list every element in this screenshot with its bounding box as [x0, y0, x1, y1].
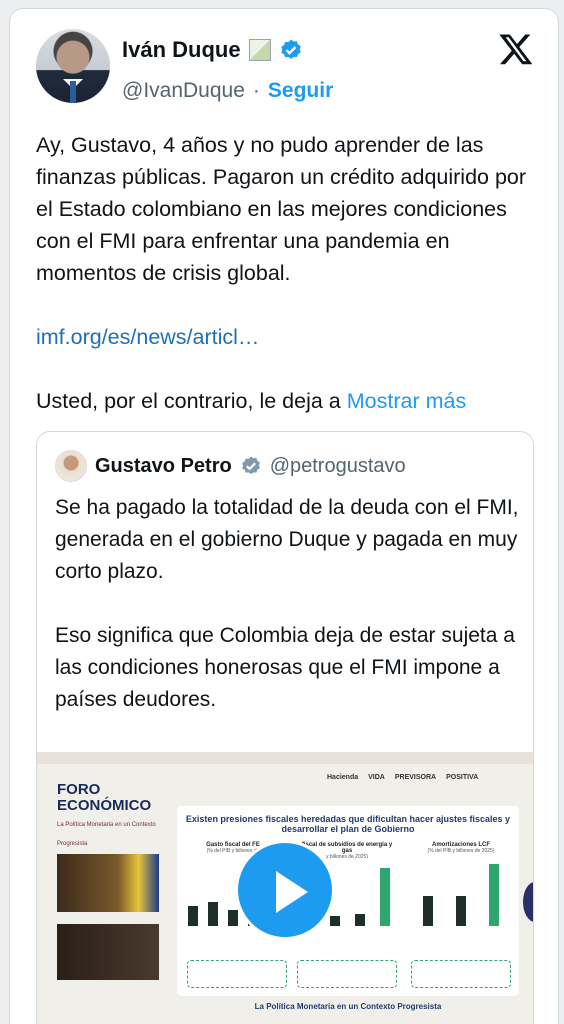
quoted-paragraph-2: Eso significa que Colombia deja de estar…	[55, 624, 515, 711]
author-name[interactable]: Iván Duque	[122, 37, 241, 63]
author-handle-row: @IvanDuque · Seguir	[122, 79, 333, 103]
quoted-avatar[interactable]	[55, 450, 87, 482]
tweet-card: Iván Duque @IvanDuque · Seguir Ay, Gusta…	[9, 8, 559, 1024]
author-name-row: Iván Duque	[122, 37, 303, 63]
video-player[interactable]: FORO ECONÓMICO La Política Monetaria en …	[37, 752, 533, 1024]
verified-badge-icon	[280, 39, 301, 59]
slide-title: Existen presiones fiscales heredadas que…	[185, 814, 511, 834]
chart-3-bar	[455, 896, 466, 926]
side-logo	[523, 882, 533, 922]
broken-image-icon	[248, 39, 271, 61]
video-top-band	[37, 752, 533, 764]
slide-note	[411, 960, 511, 988]
slide-chart-amortizaciones: Amortizaciones LCF (% del PIB y billones…	[411, 842, 511, 938]
slide-note	[187, 960, 287, 988]
quoted-paragraph-1: Se ha pagado la totalidad de la deuda co…	[55, 496, 519, 583]
sponsor-vida: VIDA	[368, 774, 385, 781]
chart-3-bar	[489, 864, 500, 926]
government-badge-icon	[241, 456, 260, 475]
quoted-body: Se ha pagado la totalidad de la deuda co…	[55, 492, 525, 748]
chart-3-subtitle: (% del PIB y billones de 2025)	[427, 848, 495, 854]
show-more-link[interactable]: Mostrar más	[347, 389, 466, 413]
author-handle[interactable]: @IvanDuque	[122, 79, 245, 103]
slide-footer: La Política Monetaria en un Contexto Pro…	[254, 1002, 442, 1011]
chart-2-bar	[379, 868, 390, 926]
sponsor-logos: Hacienda VIDA PREVISORA POSITIVA	[327, 774, 478, 781]
presentation-slide: Existen presiones fiscales heredadas que…	[177, 806, 519, 996]
audience-photo	[57, 924, 159, 980]
sponsor-positiva: POSITIVA	[446, 774, 479, 781]
x-logo-icon[interactable]	[498, 31, 534, 67]
quoted-author-handle[interactable]: @petrogustavo	[270, 455, 406, 478]
foro-subtitle: La Política Monetaria en un Contexto Pro…	[57, 822, 156, 847]
tweet-link[interactable]: imf.org/es/news/articl…	[36, 325, 259, 349]
chart-1-bar	[188, 906, 198, 926]
sponsor-previsora: PREVISORA	[394, 774, 437, 781]
author-avatar[interactable]	[36, 29, 110, 103]
foro-title: FORO ECONÓMICO	[57, 781, 152, 814]
play-button[interactable]	[235, 840, 335, 940]
chart-1-bar	[208, 902, 218, 926]
tweet-tail: Usted, por el contrario, le deja a	[36, 389, 341, 413]
tweet-text: Ay, Gustavo, 4 años y no pudo aprender d…	[36, 133, 527, 285]
quoted-tweet[interactable]: Gustavo Petro @petrogustavo Se ha pagado…	[36, 431, 534, 1024]
quoted-author-name[interactable]: Gustavo Petro	[95, 455, 232, 478]
chart-3-bars	[411, 862, 511, 926]
chart-1-bar	[228, 910, 238, 926]
follow-button[interactable]: Seguir	[268, 79, 333, 103]
avatar-tie	[70, 81, 76, 103]
speaker-photo	[57, 854, 159, 912]
chart-2-bar	[354, 914, 365, 926]
quoted-header: Gustavo Petro @petrogustavo	[55, 450, 406, 482]
chart-3-bar	[422, 896, 433, 926]
chart-2-bar	[329, 916, 340, 926]
sponsor-hacienda: Hacienda	[327, 774, 359, 781]
tweet-body: Ay, Gustavo, 4 años y no pudo aprender d…	[36, 129, 546, 449]
handle-separator: ·	[252, 79, 260, 102]
slide-note	[297, 960, 397, 988]
foro-logo: FORO ECONÓMICO La Política Monetaria en …	[57, 782, 177, 852]
